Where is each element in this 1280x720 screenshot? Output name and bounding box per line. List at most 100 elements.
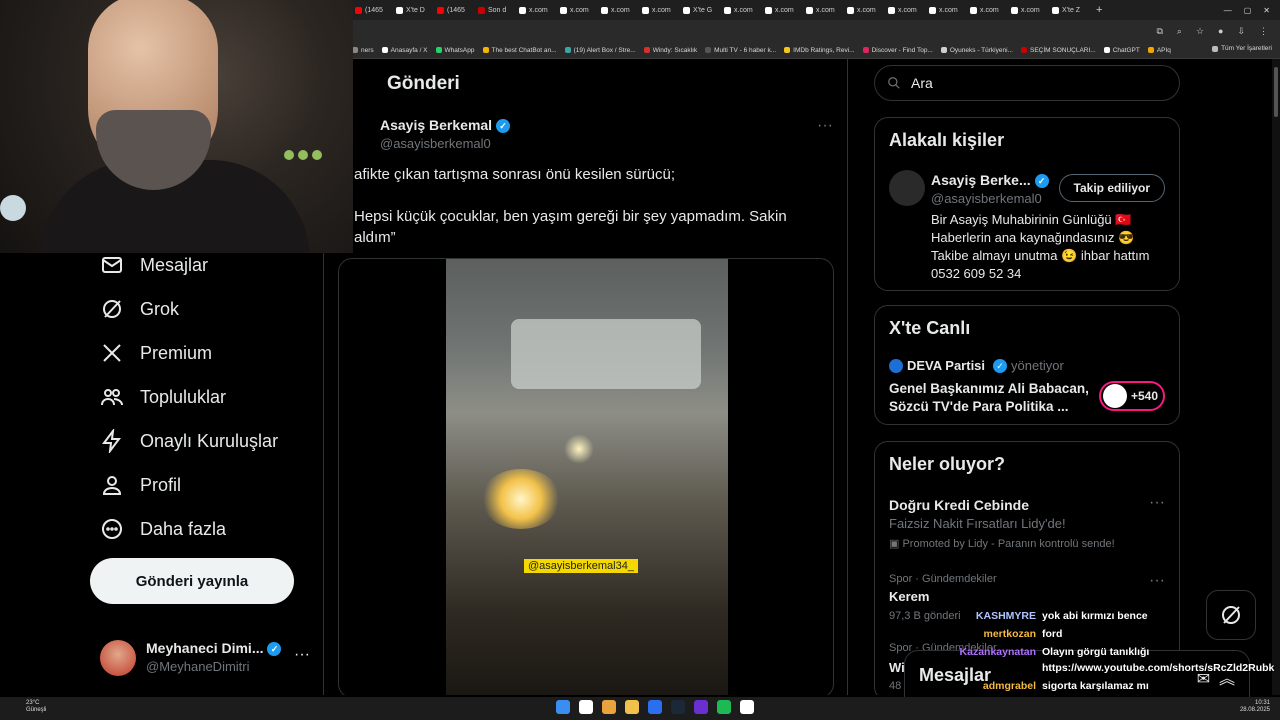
- profile-icon[interactable]: ●: [1218, 26, 1223, 36]
- bookmark-item[interactable]: Anasayfa / X: [381, 47, 428, 54]
- page-scrollbar[interactable]: [1272, 59, 1280, 695]
- post-text-line: afikte çıkan tartışma sonrası önü kesile…: [354, 166, 675, 183]
- browser-tab[interactable]: X'te Z: [1049, 0, 1090, 20]
- bookmark-item[interactable]: Oyuneks - Türkiyeni...: [940, 47, 1013, 54]
- taskbar-app-icon[interactable]: [648, 700, 662, 714]
- browser-tab[interactable]: x.com: [598, 0, 639, 20]
- tab-favicon-icon: [560, 6, 567, 14]
- related-name[interactable]: Asayiş Berke...: [931, 172, 1031, 188]
- taskbar-app-icon[interactable]: [671, 700, 685, 714]
- sidebar-item-messages[interactable]: Mesajlar: [100, 253, 208, 277]
- menu-icon[interactable]: ⋮: [1259, 26, 1268, 37]
- chat-username: mertkozan: [983, 628, 1036, 640]
- browser-tab[interactable]: (1465: [434, 0, 475, 20]
- promo-more-icon[interactable]: ···: [1149, 494, 1165, 512]
- browser-tab[interactable]: x.com: [885, 0, 926, 20]
- tab-favicon-icon: [396, 6, 403, 14]
- post-button[interactable]: Gönderi yayınla: [90, 558, 294, 604]
- taskbar-app-icon[interactable]: [579, 700, 593, 714]
- account-more-icon[interactable]: ···: [294, 646, 310, 664]
- post-handle[interactable]: @asayisberkemal0: [380, 136, 491, 151]
- new-tab-button[interactable]: +: [1096, 4, 1102, 16]
- sidebar-item-grok[interactable]: Grok: [100, 297, 179, 321]
- maximize-icon[interactable]: ▢: [1244, 6, 1252, 15]
- downloads-icon[interactable]: ⇩: [1237, 26, 1245, 37]
- tab-label: x.com: [529, 6, 548, 14]
- zoom-icon[interactable]: ⌕: [1177, 26, 1182, 37]
- sidebar-item-premium[interactable]: Premium: [100, 341, 212, 365]
- taskbar-app-icon[interactable]: [625, 700, 639, 714]
- video-player[interactable]: @asayisberkemal34_: [446, 259, 728, 695]
- live-listeners-pill[interactable]: +540: [1099, 381, 1165, 411]
- bookmark-item[interactable]: Discover - Find Top...: [862, 46, 933, 54]
- browser-tab[interactable]: x.com: [926, 0, 967, 20]
- trend-more-icon[interactable]: ···: [1149, 572, 1165, 590]
- bookmark-item[interactable]: WhatsApp: [435, 47, 475, 54]
- taskbar-app-icon[interactable]: [602, 700, 616, 714]
- extension-icon[interactable]: ⧉: [1156, 26, 1162, 37]
- browser-tab[interactable]: x.com: [844, 0, 885, 20]
- live-card[interactable]: X'te Canlı DEVA Partisi ✓ yönetiyor Gene…: [874, 305, 1180, 425]
- bookmark-item[interactable]: (19) Alert Box / Stre...: [564, 47, 636, 54]
- browser-tab[interactable]: X'te D: [393, 0, 434, 20]
- bookmark-item[interactable]: IMDb Ratings, Revi...: [784, 47, 855, 54]
- post-media[interactable]: @asayisberkemal34_: [338, 258, 834, 695]
- tab-label: X'te G: [693, 6, 713, 14]
- browser-tab[interactable]: Son d: [475, 0, 516, 20]
- browser-tab[interactable]: x.com: [639, 0, 680, 20]
- browser-tab[interactable]: x.com: [967, 0, 1008, 20]
- tab-favicon-icon: [642, 6, 649, 14]
- browser-tab[interactable]: X'te G: [680, 0, 721, 20]
- sidebar-item-communities[interactable]: Topluluklar: [100, 385, 226, 409]
- minimize-icon[interactable]: —: [1224, 6, 1232, 15]
- promo-title[interactable]: Doğru Kredi Cebinde: [889, 497, 1029, 513]
- trend-name[interactable]: Wi: [889, 660, 905, 675]
- chat-message: KASHMYRE yok abi kırmızı bence: [956, 610, 1148, 622]
- weather-widget[interactable]: 23°C Güneşli: [10, 700, 46, 714]
- avatar[interactable]: [889, 170, 925, 206]
- browser-tab[interactable]: x.com: [1008, 0, 1049, 20]
- browser-tab[interactable]: x.com: [721, 0, 762, 20]
- browser-tab[interactable]: x.com: [557, 0, 598, 20]
- bookmark-item[interactable]: ners: [352, 47, 374, 54]
- browser-tab[interactable]: (1465: [352, 0, 393, 20]
- bookmark-item[interactable]: SEÇİM SONUÇLARI...: [1020, 47, 1096, 54]
- scrollbar-thumb[interactable]: [1274, 67, 1278, 117]
- search-input[interactable]: Ara: [874, 65, 1180, 101]
- sidebar-item-more[interactable]: Daha fazla: [100, 517, 226, 541]
- taskbar-app-icon[interactable]: [556, 700, 570, 714]
- bookmark-item[interactable]: ChatGPT: [1103, 47, 1140, 54]
- trend-count: 48: [889, 680, 902, 692]
- following-button[interactable]: Takip ediliyor: [1058, 174, 1165, 202]
- post-author-row[interactable]: Asayiş Berkemal ✓: [380, 117, 511, 134]
- account-switcher[interactable]: Meyhaneci Dimi... ✓ @MeyhaneDimitri ···: [100, 636, 310, 682]
- all-bookmarks[interactable]: Tüm Yer İşaretleri: [1206, 45, 1272, 52]
- browser-tab[interactable]: x.com: [762, 0, 803, 20]
- chat-text: ford: [1042, 628, 1063, 640]
- person-icon: [102, 476, 122, 495]
- tab-favicon-icon: [888, 6, 895, 14]
- bookmark-item[interactable]: The best ChatBot an...: [482, 47, 557, 54]
- bookmark-item[interactable]: APIq: [1147, 47, 1171, 54]
- taskbar-app-icon[interactable]: [717, 700, 731, 714]
- sidebar-item-profile[interactable]: Profil: [100, 473, 181, 497]
- trend-name[interactable]: Kerem: [889, 589, 929, 604]
- browser-tab[interactable]: x.com: [803, 0, 844, 20]
- tab-favicon-icon: [806, 6, 813, 14]
- post-author[interactable]: Asayiş Berkemal: [380, 117, 492, 133]
- related-handle[interactable]: @asayisberkemal0: [931, 191, 1042, 206]
- related-name-row[interactable]: Asayiş Berke... ✓: [931, 172, 1049, 189]
- taskbar-app-icon[interactable]: [694, 700, 708, 714]
- post-more-icon[interactable]: ···: [817, 117, 833, 135]
- bookmark-favicon-icon: [435, 47, 442, 53]
- bookmark-star-icon[interactable]: ☆: [1196, 26, 1204, 37]
- system-clock[interactable]: 10:31 28.08.2025: [1240, 700, 1270, 714]
- bookmark-item[interactable]: Multi TV - 6 haber k...: [705, 47, 776, 54]
- taskbar-app-icon[interactable]: [740, 700, 754, 714]
- bookmark-item[interactable]: Windy: Sıcaklık: [643, 47, 697, 54]
- bookmark-label: Discover - Find Top...: [871, 46, 933, 54]
- bookmark-favicon-icon: [1103, 47, 1110, 53]
- browser-tab[interactable]: x.com: [516, 0, 557, 20]
- sidebar-item-verified-orgs[interactable]: Onaylı Kuruluşlar: [100, 429, 278, 453]
- close-window-icon[interactable]: ✕: [1263, 6, 1270, 15]
